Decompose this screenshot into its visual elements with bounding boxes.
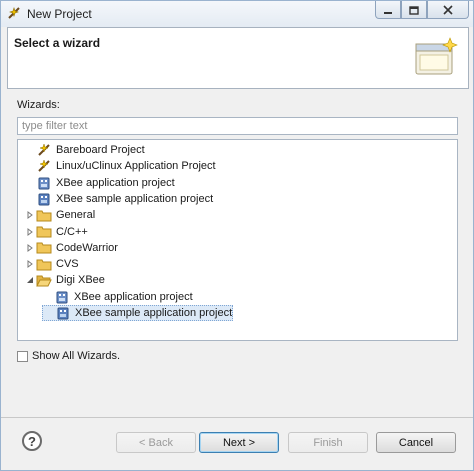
tree-item[interactable]: Linux/uClinux Application Project — [24, 158, 216, 174]
tree-item-label: CodeWarrior — [56, 241, 118, 254]
show-all-checkbox[interactable] — [17, 350, 28, 362]
restore-icon — [409, 5, 419, 15]
tree-item-label: Linux/uClinux Application Project — [56, 160, 216, 173]
folder-icon — [36, 241, 52, 255]
folder-icon — [36, 225, 52, 239]
tree-item-label: Digi XBee — [56, 274, 105, 287]
folder-icon — [36, 257, 52, 271]
tree-item[interactable]: General — [24, 207, 95, 223]
tree-item[interactable]: CVS — [24, 256, 79, 272]
expand-arrow-icon[interactable] — [24, 242, 36, 254]
close-button[interactable] — [427, 1, 469, 19]
new-project-dialog: New Project Select a wizard Wizards: Bar… — [0, 0, 474, 471]
eclipse-wizard-icon — [8, 7, 20, 19]
folder-icon — [36, 208, 52, 222]
tree-item[interactable]: C/C++ — [24, 224, 88, 240]
linux-project-icon — [36, 159, 52, 173]
back-button[interactable]: < Back — [116, 432, 196, 453]
wizard-header: Select a wizard — [7, 27, 469, 89]
window-controls — [375, 1, 469, 19]
expand-arrow-icon[interactable] — [24, 226, 36, 238]
tree-item-label: CVS — [56, 258, 79, 271]
page-title: Select a wizard — [14, 36, 101, 50]
expand-arrow-icon[interactable] — [24, 258, 36, 270]
cancel-button[interactable]: Cancel — [376, 432, 456, 453]
tree-item[interactable]: Digi XBee — [24, 272, 105, 288]
title-bar[interactable]: New Project — [1, 1, 473, 27]
expand-arrow-icon[interactable] — [24, 209, 36, 221]
help-icon[interactable]: ? — [22, 431, 42, 451]
tree-item-label: XBee application project — [56, 176, 175, 189]
tree-item-label: XBee application project — [74, 290, 193, 303]
tree-item-label: General — [56, 209, 96, 222]
xbee-sample-project-icon — [55, 306, 71, 320]
tree-item-label: C/C++ — [56, 225, 88, 238]
finish-button[interactable]: Finish — [288, 432, 368, 453]
tree-item[interactable]: Bareboard Project — [24, 142, 145, 158]
tree-item[interactable]: XBee application project — [24, 175, 175, 191]
xbee-project-icon — [54, 290, 70, 304]
tree-item[interactable]: XBee sample application project — [42, 305, 234, 321]
tree-item-label: XBee sample application project — [56, 192, 214, 205]
window-title: New Project — [27, 7, 92, 21]
xbee-sample-project-icon — [36, 192, 52, 206]
tree-item-label: Bareboard Project — [56, 144, 145, 156]
tree-item-label: XBee sample application project — [75, 307, 233, 319]
filter-input[interactable] — [17, 117, 458, 135]
maximize-button[interactable] — [401, 1, 427, 19]
footer-divider — [1, 417, 473, 418]
wizard-tree[interactable]: Bareboard Project Linux/uClinux Applicati… — [17, 139, 458, 341]
next-button[interactable]: Next > — [199, 432, 279, 453]
minimize-icon — [384, 11, 392, 14]
wizards-label: Wizards: — [17, 99, 60, 111]
tree-item[interactable]: XBee sample application project — [24, 191, 213, 207]
bareboard-project-icon — [36, 143, 52, 157]
tree-item[interactable]: XBee application project — [42, 289, 193, 305]
close-icon — [443, 4, 453, 15]
minimize-button[interactable] — [375, 1, 401, 19]
tree-item[interactable]: CodeWarrior — [24, 240, 118, 256]
wizard-banner-icon — [415, 37, 458, 75]
xbee-project-icon — [36, 176, 52, 190]
collapse-arrow-icon[interactable] — [24, 274, 36, 286]
folder-open-icon — [36, 273, 52, 287]
show-all-wizards[interactable]: Show All Wizards. — [17, 350, 120, 362]
show-all-label: Show All Wizards. — [32, 350, 121, 362]
